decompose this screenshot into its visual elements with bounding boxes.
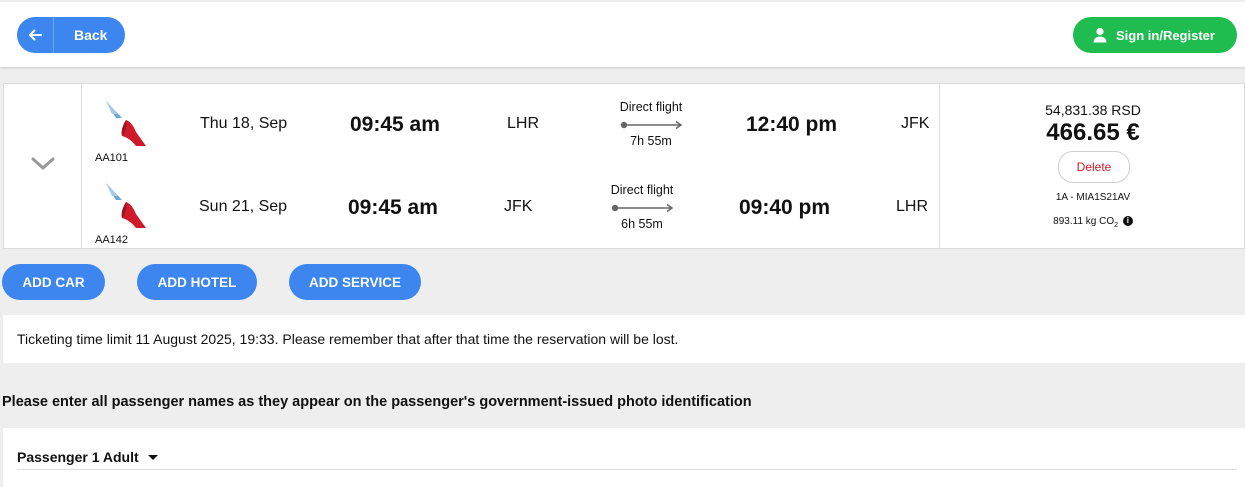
caret-down-icon (147, 454, 158, 460)
flight-duration: 7h 55m (630, 134, 672, 148)
expand-toggle[interactable] (4, 84, 82, 248)
price-panel: 54,831.38 RSD 466.65 € Delete 1A - MIA1S… (939, 84, 1245, 248)
back-button[interactable]: Back (17, 17, 125, 53)
departure-time: 09:45 am (350, 113, 440, 136)
departure-airport: LHR (507, 115, 540, 132)
flight-segment-outbound: AA101 Thu 18, Sep 09:45 am LHR Direct fl… (82, 84, 939, 166)
flight-segment-return: AA142 Sun 21, Sep 09:45 am JFK Direct fl… (82, 166, 939, 248)
departure-time: 09:45 am (348, 196, 438, 219)
flight-code: AA142 (95, 234, 129, 246)
flight-code: AA101 (95, 152, 129, 164)
passenger-name-instruction: Please enter all passenger names as they… (2, 394, 752, 410)
add-car-button[interactable]: ADD CAR (2, 264, 105, 300)
flight-date: Thu 18, Sep (200, 115, 288, 132)
arrival-time: 09:40 pm (739, 196, 831, 219)
co2-emissions: 893.11 kg CO2 i (940, 216, 1245, 229)
passenger-1-toggle[interactable]: Passenger 1 Adult (17, 449, 158, 465)
arrow-left-icon (17, 17, 54, 53)
arrival-airport: LHR (896, 198, 929, 215)
airline-logo (92, 178, 152, 230)
flight-date: Sun 21, Sep (199, 198, 288, 215)
back-label: Back (74, 27, 108, 43)
direct-flight-label: Direct flight (619, 100, 683, 114)
ticketing-time-limit-notice: Ticketing time limit 11 August 2025, 19:… (3, 315, 1245, 363)
sign-in-label: Sign in/Register (1116, 27, 1215, 43)
chevron-down-icon (31, 157, 55, 176)
booking-reference: 1A - MIA1S21AV (1055, 192, 1131, 203)
divider (17, 469, 1237, 470)
flight-arrow-icon (620, 118, 684, 130)
user-icon (1092, 27, 1108, 43)
flight-itinerary-card: AA101 Thu 18, Sep 09:45 am LHR Direct fl… (3, 83, 1245, 249)
info-icon[interactable]: i (1122, 216, 1133, 227)
sign-in-register-button[interactable]: Sign in/Register (1073, 17, 1237, 53)
passenger-title: Passenger 1 Adult (17, 449, 139, 465)
co2-subscript: 2 (1114, 222, 1119, 229)
notice-text: Ticketing time limit 11 August 2025, 19:… (17, 331, 679, 347)
price-rsd: 54,831.38 RSD (1045, 102, 1141, 118)
flight-duration: 6h 55m (621, 217, 663, 231)
co2-value: 893.11 kg CO (1053, 216, 1115, 227)
add-service-button[interactable]: ADD SERVICE (289, 264, 421, 300)
top-bar: Back Sign in/Register (0, 2, 1245, 67)
direct-flight-label: Direct flight (610, 183, 674, 197)
add-hotel-button[interactable]: ADD HOTEL (137, 264, 257, 300)
delete-button[interactable]: Delete (1058, 151, 1130, 183)
price-eur: 466.65 € (1046, 119, 1140, 146)
departure-airport: JFK (504, 198, 533, 215)
flight-arrow-icon (611, 201, 675, 213)
arrival-time: 12:40 pm (746, 113, 838, 136)
passenger-form: Passenger 1 Adult (3, 428, 1245, 487)
airline-logo (92, 96, 152, 148)
arrival-airport: JFK (901, 115, 930, 132)
